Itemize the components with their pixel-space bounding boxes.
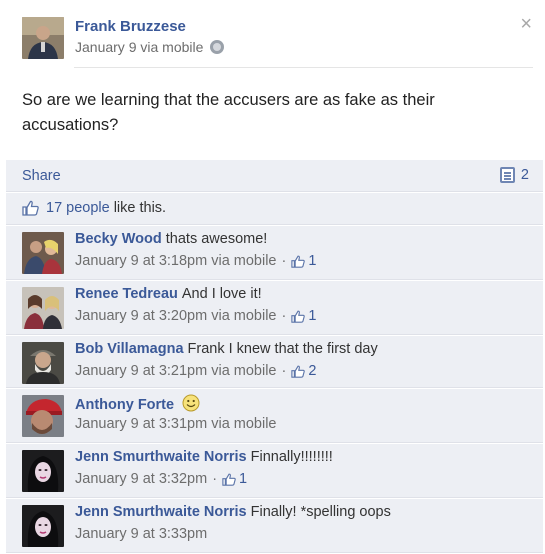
divider — [74, 67, 533, 68]
thumbs-up-icon — [291, 255, 306, 268]
comment-text: Finnally!!!!!!!! — [250, 449, 333, 465]
comment-item: Bob Villamagna Frank I knew that the firs… — [6, 336, 543, 388]
comment-text: Frank I knew that the first day — [187, 341, 378, 357]
avatar[interactable] — [22, 395, 64, 437]
comment-author[interactable]: Jenn Smurthwaite Norris — [75, 504, 247, 520]
comment-item: Jenn Smurthwaite Norris Finnally!!!!!!!! … — [6, 444, 543, 498]
likes-count-link[interactable]: 17 people — [46, 200, 110, 216]
comment-author[interactable]: Anthony Forte — [75, 397, 174, 413]
comment-like-count[interactable]: 1 — [291, 308, 316, 324]
comment-author[interactable]: Becky Wood — [75, 231, 162, 247]
comment-timestamp[interactable]: January 9 at 3:33pm — [75, 526, 207, 542]
post-timestamp[interactable]: January 9 via mobile — [75, 39, 203, 55]
comment-like-count[interactable]: 2 — [291, 363, 316, 379]
comment-timestamp[interactable]: January 9 at 3:21pm via mobile — [75, 363, 277, 379]
post-header: Frank Bruzzese January 9 via mobile × — [22, 14, 532, 68]
globe-icon — [210, 40, 225, 54]
avatar[interactable] — [22, 17, 64, 59]
avatar[interactable] — [22, 505, 64, 547]
comment-like-count[interactable]: 1 — [291, 253, 316, 269]
comment-timestamp[interactable]: January 9 at 3:18pm via mobile — [75, 253, 277, 269]
comment-author[interactable]: Jenn Smurthwaite Norris — [75, 449, 247, 465]
comment-text: And I love it! — [181, 286, 262, 302]
close-icon[interactable]: × — [520, 14, 532, 34]
smiley-emoticon-icon — [182, 394, 200, 412]
comment-count: 2 — [520, 167, 529, 183]
share-button[interactable]: Share — [22, 168, 61, 184]
comment-text: thats awesome! — [165, 231, 268, 247]
comment-text: Finally! *spelling oops — [250, 504, 391, 520]
separator: · — [281, 253, 287, 269]
post-body-text: So are we learning that the accusers are… — [22, 91, 435, 134]
comment-item: Anthony Forte January 9 at 3:31pm via mo… — [6, 389, 543, 443]
avatar[interactable] — [22, 232, 64, 274]
comment-author[interactable]: Renee Tedreau — [75, 286, 178, 302]
separator: · — [212, 471, 218, 487]
thumbs-up-icon — [22, 200, 39, 216]
avatar[interactable] — [22, 342, 64, 384]
comment-timestamp[interactable]: January 9 at 3:32pm — [75, 471, 207, 487]
comment-author[interactable]: Bob Villamagna — [75, 341, 184, 357]
thumbs-up-icon — [291, 310, 306, 323]
likes-suffix: like this. — [113, 200, 167, 216]
post-meta: January 9 via mobile — [75, 39, 225, 55]
comment-icon — [499, 167, 515, 183]
comment-timestamp[interactable]: January 9 at 3:31pm via mobile — [75, 416, 277, 432]
comment-count-button[interactable]: 2 — [499, 167, 529, 183]
avatar[interactable] — [22, 450, 64, 492]
actions-bar: Share 2 — [6, 160, 543, 192]
thumbs-up-icon — [291, 365, 306, 378]
comment-timestamp[interactable]: January 9 at 3:20pm via mobile — [75, 308, 277, 324]
comment-like-count[interactable]: 1 — [222, 471, 247, 487]
comment-item: Renee Tedreau And I love it! January 9 at… — [6, 281, 543, 335]
thumbs-up-icon — [222, 473, 236, 486]
separator: · — [281, 363, 287, 379]
comment-item: Becky Wood thats awesome! January 9 at 3:… — [6, 226, 543, 280]
separator: · — [281, 308, 287, 324]
avatar[interactable] — [22, 287, 64, 329]
likes-bar: 17 people like this. — [6, 193, 543, 225]
comment-item: Jenn Smurthwaite Norris Finally! *spellin… — [6, 499, 543, 553]
post-author-name[interactable]: Frank Bruzzese — [75, 18, 186, 35]
